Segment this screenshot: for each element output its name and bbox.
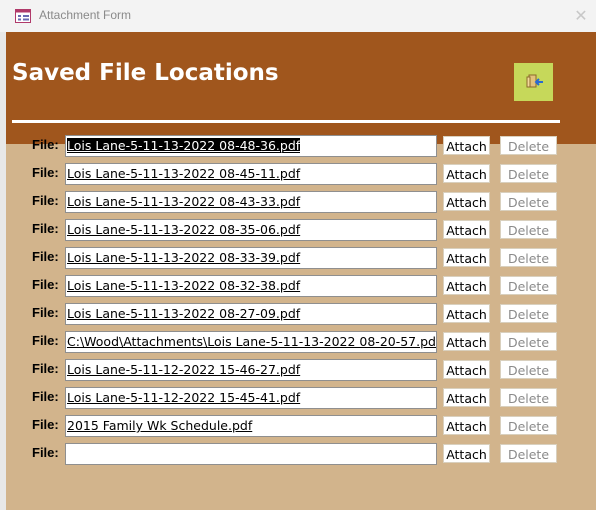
attach-button[interactable]: Attach	[443, 360, 490, 379]
file-path-text: Lois Lane-5-11-13-2022 08-35-06.pdf	[67, 222, 301, 237]
delete-button[interactable]: Delete	[500, 444, 557, 463]
file-path-field[interactable]: Lois Lane-5-11-13-2022 08-33-39.pdf	[65, 247, 437, 269]
form-icon	[15, 9, 31, 23]
file-path-field[interactable]: Lois Lane-5-11-13-2022 08-27-09.pdf	[65, 303, 437, 325]
file-path-text: Lois Lane-5-11-13-2022 08-45-11.pdf	[67, 166, 301, 181]
list-item: File: Lois Lane-5-11-13-2022 08-27-09.pdf…	[0, 303, 596, 325]
attachment-form-window: Attachment Form ✕ Saved File Locations F…	[0, 0, 596, 510]
file-label: File:	[32, 361, 59, 376]
list-item: File: Lois Lane-5-11-13-2022 08-32-38.pdf…	[0, 275, 596, 297]
attach-button[interactable]: Attach	[443, 388, 490, 407]
attach-button[interactable]: Attach	[443, 332, 490, 351]
attach-button[interactable]: Attach	[443, 276, 490, 295]
file-path-field[interactable]: Lois Lane-5-11-12-2022 15-46-27.pdf	[65, 359, 437, 381]
file-path-field[interactable]: Lois Lane-5-11-13-2022 08-43-33.pdf	[65, 191, 437, 213]
attach-button[interactable]: Attach	[443, 444, 490, 463]
attach-button[interactable]: Attach	[443, 248, 490, 267]
attach-button[interactable]: Attach	[443, 304, 490, 323]
file-label: File:	[32, 249, 59, 264]
list-item: File: Lois Lane-5-11-13-2022 08-43-33.pdf…	[0, 191, 596, 213]
file-path-field[interactable]: Lois Lane-5-11-13-2022 08-48-36.pdf	[65, 135, 437, 157]
file-label: File:	[32, 277, 59, 292]
delete-button[interactable]: Delete	[500, 332, 557, 351]
list-item: File: Attach Delete	[0, 443, 596, 465]
file-label: File:	[32, 389, 59, 404]
file-label: File:	[32, 333, 59, 348]
delete-button[interactable]: Delete	[500, 164, 557, 183]
list-item: File: Lois Lane-5-11-13-2022 08-48-36.pdf…	[0, 135, 596, 157]
delete-button[interactable]: Delete	[500, 416, 557, 435]
file-label: File:	[32, 305, 59, 320]
attach-button[interactable]: Attach	[443, 192, 490, 211]
file-label: File:	[32, 445, 59, 460]
file-path-text: 2015 Family Wk Schedule.pdf	[67, 418, 253, 433]
file-path-field[interactable]: 2015 Family Wk Schedule.pdf	[65, 415, 437, 437]
file-path-text: C:\Wood\Attachments\Lois Lane-5-11-13-20…	[67, 334, 437, 349]
import-icon	[526, 74, 543, 88]
list-item: File: C:\Wood\Attachments\Lois Lane-5-11-…	[0, 331, 596, 353]
delete-button[interactable]: Delete	[500, 276, 557, 295]
file-label: File:	[32, 221, 59, 236]
attach-button[interactable]: Attach	[443, 416, 490, 435]
list-item: File: 2015 Family Wk Schedule.pdf Attach De…	[0, 415, 596, 437]
attach-button[interactable]: Attach	[443, 164, 490, 183]
delete-button[interactable]: Delete	[500, 388, 557, 407]
delete-button[interactable]: Delete	[500, 220, 557, 239]
list-item: File: Lois Lane-5-11-13-2022 08-33-39.pdf…	[0, 247, 596, 269]
delete-button[interactable]: Delete	[500, 192, 557, 211]
header-divider	[12, 120, 560, 123]
file-label: File:	[32, 137, 59, 152]
file-path-field[interactable]	[65, 443, 437, 465]
delete-button[interactable]: Delete	[500, 304, 557, 323]
attach-button[interactable]: Attach	[443, 220, 490, 239]
title-bar: Attachment Form ✕	[0, 0, 596, 32]
file-path-text: Lois Lane-5-11-13-2022 08-27-09.pdf	[67, 306, 301, 321]
file-label: File:	[32, 193, 59, 208]
file-path-text: Lois Lane-5-11-12-2022 15-45-41.pdf	[67, 390, 301, 405]
file-path-text: Lois Lane-5-11-13-2022 08-33-39.pdf	[67, 250, 301, 265]
form-header: Saved File Locations	[6, 32, 596, 144]
close-icon: ✕	[574, 6, 588, 25]
file-label: File:	[32, 417, 59, 432]
close-button[interactable]: ✕	[571, 6, 591, 26]
list-item: File: Lois Lane-5-11-13-2022 08-35-06.pdf…	[0, 219, 596, 241]
file-path-field[interactable]: C:\Wood\Attachments\Lois Lane-5-11-13-20…	[65, 331, 437, 353]
file-path-text: Lois Lane-5-11-13-2022 08-48-36.pdf	[67, 138, 301, 153]
list-item: File: Lois Lane-5-11-12-2022 15-46-27.pdf…	[0, 359, 596, 381]
window-title: Attachment Form	[39, 8, 132, 22]
import-button[interactable]	[514, 63, 553, 101]
file-path-field[interactable]: Lois Lane-5-11-13-2022 08-35-06.pdf	[65, 219, 437, 241]
file-path-field[interactable]: Lois Lane-5-11-13-2022 08-45-11.pdf	[65, 163, 437, 185]
file-path-text: Lois Lane-5-11-12-2022 15-46-27.pdf	[67, 362, 301, 377]
page-title: Saved File Locations	[12, 60, 279, 86]
file-path-field[interactable]: Lois Lane-5-11-13-2022 08-32-38.pdf	[65, 275, 437, 297]
attach-button[interactable]: Attach	[443, 136, 490, 155]
delete-button[interactable]: Delete	[500, 248, 557, 267]
file-label: File:	[32, 165, 59, 180]
file-path-text: Lois Lane-5-11-13-2022 08-32-38.pdf	[67, 278, 301, 293]
list-item: File: Lois Lane-5-11-12-2022 15-45-41.pdf…	[0, 387, 596, 409]
list-item: File: Lois Lane-5-11-13-2022 08-45-11.pdf…	[0, 163, 596, 185]
file-path-text: Lois Lane-5-11-13-2022 08-43-33.pdf	[67, 194, 301, 209]
file-path-field[interactable]: Lois Lane-5-11-12-2022 15-45-41.pdf	[65, 387, 437, 409]
delete-button[interactable]: Delete	[500, 136, 557, 155]
delete-button[interactable]: Delete	[500, 360, 557, 379]
